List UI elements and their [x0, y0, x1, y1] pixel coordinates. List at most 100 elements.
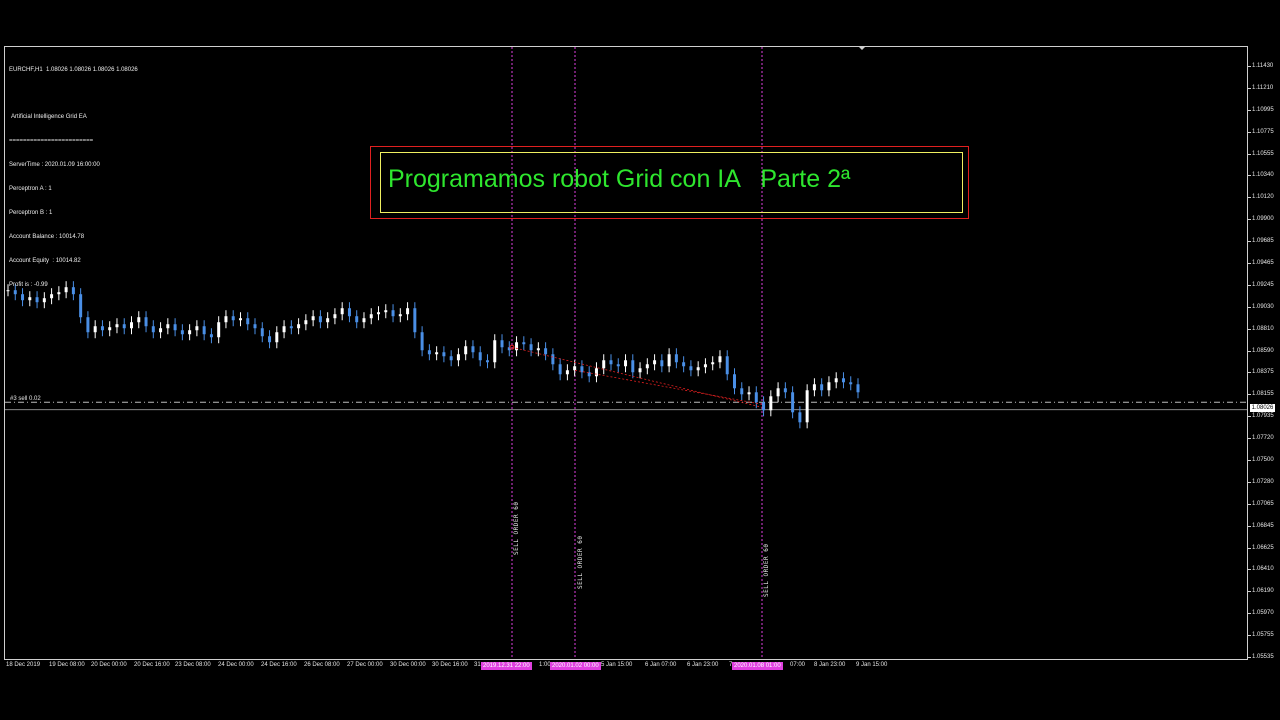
candle-body [747, 392, 751, 395]
candle-body [100, 326, 104, 331]
candle-body [464, 346, 468, 355]
candle-body [289, 326, 293, 329]
y-tick [1248, 460, 1251, 461]
candle-body [427, 350, 431, 355]
candle-body [594, 368, 598, 377]
candle-body [130, 322, 134, 329]
candle-body [188, 330, 192, 335]
x-tick-label: 1:00 [539, 662, 551, 668]
candle-body [238, 318, 242, 321]
candle-body [703, 364, 707, 368]
y-tick-label: 1.07935 [1252, 413, 1274, 420]
candle-body [689, 366, 693, 371]
x-tick-label: 24 Dec 16:00 [261, 662, 297, 668]
price-axis[interactable]: 1.11430 1.11210 1.10995 1.10775 1.10555 1.103… [1248, 46, 1276, 660]
order-trendline [511, 346, 763, 408]
candle-body [137, 317, 141, 323]
y-tick [1248, 66, 1251, 67]
chart-shift-marker [858, 46, 866, 50]
candle-body [776, 388, 780, 397]
candle-body [762, 402, 766, 411]
candle-body [195, 326, 199, 331]
y-tick-label: 1.06845 [1252, 522, 1274, 529]
candle-body [144, 317, 148, 327]
y-tick [1248, 109, 1251, 111]
y-tick [1248, 350, 1251, 352]
y-tick [1248, 416, 1251, 418]
candle-body [660, 360, 664, 367]
candle-body [551, 354, 555, 365]
candle-body [456, 354, 460, 361]
candle-body [645, 364, 649, 369]
candle-body [318, 316, 322, 323]
x-tick-label: 31 [474, 662, 481, 668]
candle-body [522, 342, 526, 345]
candle-body [558, 364, 562, 375]
x-tick-label: 07:00 [790, 662, 806, 668]
candle-body [93, 326, 97, 333]
ea-info-panel: EURCHF,H1 1.08026 1.08026 1.08026 1.0802… [9, 50, 138, 297]
candle-body [769, 396, 773, 411]
price-chart[interactable] [0, 0, 1280, 720]
candle-body [500, 340, 504, 348]
candle-body [529, 344, 533, 351]
candle-body [638, 368, 642, 373]
y-tick-label: 1.06190 [1252, 588, 1274, 595]
y-tick [1248, 372, 1251, 374]
title-banner: Programamos robot Grid con IA Parte 2ª [370, 146, 969, 219]
candle-body [246, 318, 250, 325]
candle-body [151, 326, 155, 333]
candle-body [369, 314, 373, 319]
candle-body [355, 316, 359, 323]
sell-order-marker: SELL ORDER 60 [577, 535, 584, 589]
candle-body [609, 360, 613, 365]
candle-body [725, 356, 729, 375]
candle-body [478, 352, 482, 361]
y-tick [1248, 547, 1251, 549]
candle-body [304, 320, 308, 325]
y-tick-label: 1.07065 [1252, 500, 1274, 507]
y-tick [1248, 591, 1251, 593]
candle-body [398, 314, 402, 317]
candle-body [391, 310, 395, 317]
candle-body [442, 352, 446, 357]
candle-body [79, 294, 83, 318]
y-tick-label: 1.08590 [1252, 347, 1274, 354]
y-tick [1248, 613, 1251, 615]
candle-body [326, 318, 330, 323]
y-tick-label: 1.09245 [1252, 281, 1274, 288]
y-tick-label: 1.09900 [1252, 216, 1274, 223]
candle-body [377, 312, 381, 315]
y-tick-label: 1.11430 [1252, 63, 1274, 69]
x-tick-label: 19 Dec 08:00 [49, 662, 85, 668]
x-tick-label: 6 Jan 07:00 [645, 662, 677, 668]
y-tick-label: 1.09030 [1252, 303, 1274, 310]
y-tick-label: 1.09685 [1252, 238, 1274, 245]
candle-body [544, 348, 548, 355]
time-axis[interactable]: 18 Dec 2019 19 Dec 08:00 20 Dec 00:00 20 De… [4, 660, 1248, 674]
y-tick-label: 1.07500 [1252, 457, 1274, 463]
y-tick-label: 1.10340 [1252, 172, 1274, 179]
candle-body [783, 388, 787, 393]
y-tick [1248, 219, 1251, 221]
y-tick [1248, 306, 1251, 308]
candle-body [297, 324, 301, 329]
y-tick-label: 1.09465 [1252, 260, 1274, 266]
y-tick [1248, 87, 1251, 89]
candle-body [653, 360, 657, 365]
y-tick [1248, 503, 1251, 505]
x-tick-label: 5 Jan 15:00 [601, 662, 633, 668]
candle-body [754, 392, 758, 403]
x-tick-label: 26 Dec 08:00 [304, 662, 340, 668]
y-tick-label: 1.08375 [1252, 369, 1274, 376]
candle-body [42, 298, 46, 303]
info-line: Perceptron B : 1 [9, 210, 53, 216]
info-line: ServerTime : 2020.01.09 16:00:00 [9, 162, 100, 168]
x-tick-label: 18 Dec 2019 [6, 662, 41, 668]
x-highlight-label: 2020.01.08 01:00 [732, 662, 783, 670]
candle-body [122, 324, 126, 329]
y-tick [1248, 394, 1251, 396]
candle-body [166, 324, 170, 329]
candle-body [268, 336, 272, 343]
candle-body [856, 384, 860, 393]
